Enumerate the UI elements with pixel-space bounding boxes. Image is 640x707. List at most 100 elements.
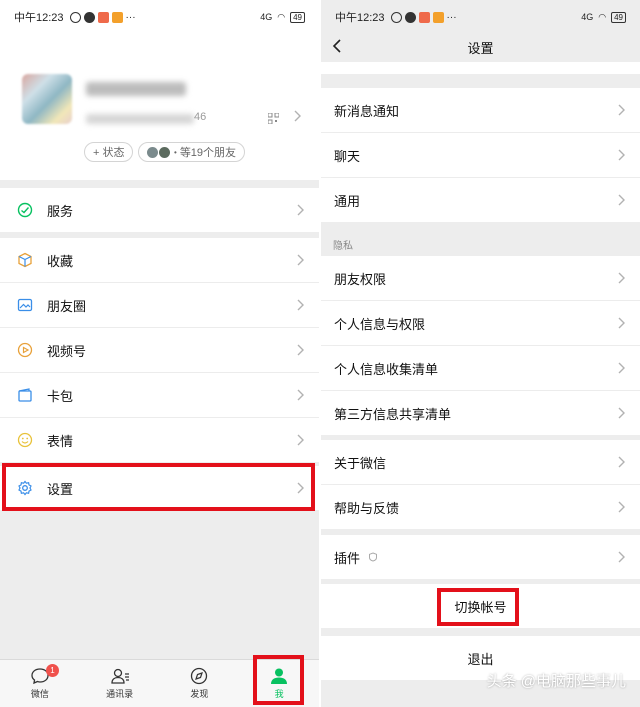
chevron-right-icon [618, 407, 625, 419]
chevron-right-icon [294, 110, 301, 122]
setting-chats[interactable]: 聊天 [321, 133, 640, 177]
status-time: 中午12:23 [335, 12, 385, 24]
setting-label: 新消息通知 [334, 103, 400, 119]
add-status-button[interactable]: + 状态 [84, 142, 134, 162]
wifi-icon: ◠ [277, 11, 286, 22]
settings-highlight-box [2, 463, 315, 511]
qr-code-icon[interactable] [268, 113, 279, 124]
chevron-right-icon [618, 194, 625, 206]
app-notification-icon [97, 11, 109, 23]
qq-icon [404, 11, 416, 23]
setting-new-message-notifications[interactable]: 新消息通知 [321, 88, 640, 132]
setting-general[interactable]: 通用 [321, 178, 640, 222]
menu-label: 视频号 [47, 343, 87, 359]
message-notification-icon [432, 11, 444, 23]
qq-icon [83, 11, 95, 23]
menu-label: 服务 [47, 203, 74, 219]
me-page: 中午12:23 ··· 4G ◠ 49 46 + 状态 • 等19个朋友 服务 … [0, 0, 319, 707]
avatar[interactable] [22, 74, 72, 124]
tab-label: 发现 [190, 689, 209, 699]
chevron-right-icon [618, 362, 625, 374]
menu-item-favorites[interactable]: 收藏 [0, 238, 319, 282]
setting-label: 个人信息与权限 [334, 316, 426, 332]
favorites-icon [16, 251, 34, 269]
friend-avatar [147, 146, 158, 158]
menu-label: 表情 [47, 433, 74, 449]
menu-item-channels[interactable]: 视频号 [0, 328, 319, 372]
setting-third-party-sharing-list[interactable]: 第三方信息共享清单 [321, 391, 640, 435]
setting-personal-info-permissions[interactable]: 个人信息与权限 [321, 301, 640, 345]
wechat-id-tail: 46 [194, 111, 207, 123]
setting-label: 帮助与反馈 [334, 500, 400, 516]
setting-about-wechat[interactable]: 关于微信 [321, 440, 640, 484]
menu-label: 卡包 [47, 388, 74, 404]
chevron-right-icon [297, 344, 304, 356]
message-notification-icon [111, 11, 123, 23]
tab-label: 通讯录 [106, 689, 134, 699]
setting-label: 聊天 [334, 148, 361, 164]
chevron-right-icon [297, 434, 304, 446]
friend-avatar [159, 146, 170, 158]
chevron-right-icon [618, 272, 625, 284]
setting-friend-permissions[interactable]: 朋友权限 [321, 256, 640, 300]
logout-label: 退出 [467, 651, 494, 667]
channels-icon [16, 341, 34, 359]
setting-plugins[interactable]: 插件 [321, 535, 640, 579]
chevron-right-icon [618, 104, 625, 116]
friends-count-text: 等19个朋友 [179, 147, 237, 159]
menu-item-cards[interactable]: 卡包 [0, 373, 319, 417]
account-security-row-partial[interactable] [321, 62, 640, 74]
chevron-right-icon [297, 299, 304, 311]
setting-label: 插件 [334, 550, 361, 566]
chevron-right-icon [297, 204, 304, 216]
page-title: 设置 [467, 40, 494, 56]
back-arrow-icon[interactable] [331, 38, 343, 54]
setting-label: 朋友权限 [334, 271, 387, 287]
setting-personal-info-collection-list[interactable]: 个人信息收集清单 [321, 346, 640, 390]
chevron-right-icon [618, 317, 625, 329]
nav-bar: 设置 [321, 34, 640, 60]
contacts-icon [110, 668, 129, 684]
battery-icon: 49 [611, 11, 626, 23]
menu-item-stickers[interactable]: 表情 [0, 418, 319, 462]
status-time: 中午12:23 [14, 12, 64, 24]
friends-status-pill[interactable]: • 等19个朋友 [138, 142, 246, 162]
alarm-icon [69, 11, 81, 23]
signal-icon: 4G [260, 12, 273, 22]
tab-label: 微信 [30, 689, 49, 699]
setting-help-feedback[interactable]: 帮助与反馈 [321, 485, 640, 529]
tab-chats[interactable]: 1 微信 [0, 660, 80, 707]
signal-icon: 4G [581, 12, 594, 22]
discover-icon [191, 667, 208, 685]
chevron-right-icon [618, 149, 625, 161]
wifi-icon: ◠ [598, 11, 607, 22]
wechat-id-blurred [86, 114, 194, 124]
tab-discover[interactable]: 发现 [160, 660, 240, 707]
setting-label: 个人信息收集清单 [334, 361, 439, 377]
nickname-blurred [86, 82, 186, 96]
section-label-privacy: 隐私 [333, 241, 353, 252]
unread-badge: 1 [46, 664, 59, 677]
me-tab-highlight-box [253, 655, 304, 705]
settings-page: 中午12:23 ··· 4G ◠ 49 设置 新消息通知 聊天 通用 隐私 朋友… [321, 0, 640, 707]
moments-icon [16, 296, 34, 314]
setting-label: 关于微信 [334, 455, 387, 471]
services-icon [16, 201, 34, 219]
profile-card[interactable]: 46 + 状态 • 等19个朋友 [0, 34, 319, 180]
dot-icon: • [174, 147, 177, 157]
chevron-right-icon [618, 551, 625, 563]
menu-item-moments[interactable]: 朋友圈 [0, 283, 319, 327]
tab-contacts[interactable]: 通讯录 [80, 660, 160, 707]
chevron-right-icon [297, 389, 304, 401]
status-bar: 中午12:23 ··· 4G ◠ 49 [321, 0, 640, 34]
watermark-text: 头条 @电脑那些事儿 [486, 673, 626, 690]
status-bar: 中午12:23 ··· 4G ◠ 49 [0, 0, 319, 34]
menu-label: 朋友圈 [47, 298, 87, 314]
chevron-right-icon [618, 456, 625, 468]
setting-label: 第三方信息共享清单 [334, 406, 452, 422]
menu-item-services[interactable]: 服务 [0, 188, 319, 232]
chevron-right-icon [297, 254, 304, 266]
switch-account-highlight-box [437, 588, 519, 626]
more-notifications-icon: ··· [446, 11, 457, 23]
battery-icon: 49 [290, 11, 305, 23]
